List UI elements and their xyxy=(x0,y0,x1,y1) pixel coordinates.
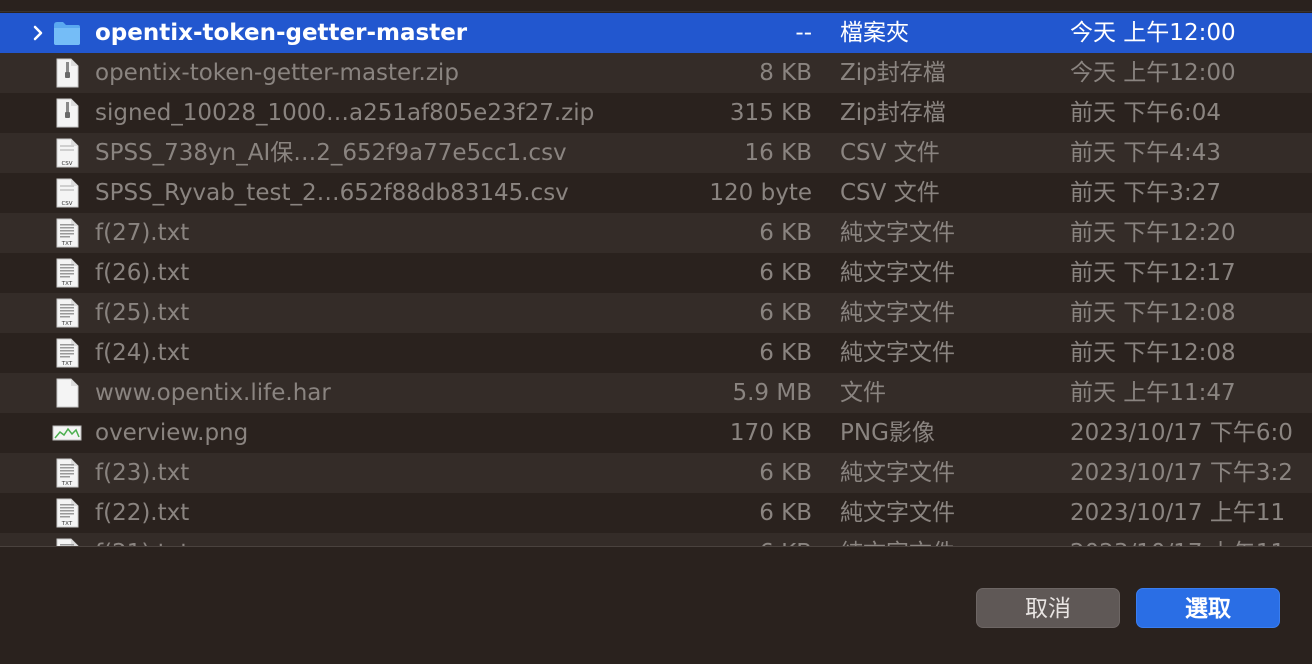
file-date: 2023/10/17 上午11 xyxy=(1070,500,1286,526)
file-date: 前天 下午12:17 xyxy=(1070,260,1236,286)
file-row[interactable]: TXT f(22).txt 6 KB 純文字文件 2023/10/17 上午11 xyxy=(0,493,1312,533)
file-date: 今天 上午12:00 xyxy=(1070,20,1236,46)
file-row[interactable]: signed_10028_1000…a251af805e23f27.zip 315… xyxy=(0,93,1312,133)
file-name: f(21).txt xyxy=(95,533,695,546)
file-name: f(27).txt xyxy=(95,220,190,246)
file-kind: 文件 xyxy=(840,380,886,406)
file-size: 170 KB xyxy=(729,420,812,446)
csv-file-icon: CSV xyxy=(52,177,82,209)
file-name: f(25).txt xyxy=(95,300,190,326)
file-row[interactable]: TXT f(25).txt 6 KB 純文字文件 前天 下午12:08 xyxy=(0,293,1312,333)
file-row[interactable]: TXT f(26).txt 6 KB 純文字文件 前天 下午12:17 xyxy=(0,253,1312,293)
file-kind: Zip封存檔 xyxy=(840,60,946,86)
file-size: 120 byte xyxy=(709,180,812,206)
file-open-dialog: opentix-token-getter-master -- 檔案夾 今天 上午12:… xyxy=(0,0,1312,664)
zip-file-icon xyxy=(52,57,82,89)
file-size: 6 KB xyxy=(759,300,812,326)
list-header-edge xyxy=(0,0,1312,12)
file-row[interactable]: TXT f(24).txt 6 KB 純文字文件 前天 下午12:08 xyxy=(0,333,1312,373)
txt-file-icon: TXT xyxy=(52,457,82,489)
file-kind: CSV 文件 xyxy=(840,180,940,206)
file-kind: 純文字文件 xyxy=(840,260,955,286)
file-kind: CSV 文件 xyxy=(840,140,940,166)
generic-file-icon xyxy=(52,377,82,409)
file-date: 前天 下午4:43 xyxy=(1070,140,1221,166)
folder-icon xyxy=(52,17,82,49)
txt-file-icon: TXT xyxy=(52,217,82,249)
file-name: opentix-token-getter-master.zip xyxy=(95,60,459,86)
svg-text:TXT: TXT xyxy=(61,281,73,287)
file-name: f(22).txt xyxy=(95,500,190,526)
file-kind: 檔案夾 xyxy=(840,20,909,46)
file-size: 315 KB xyxy=(729,100,812,126)
file-row[interactable]: CSV SPSS_Ryvab_test_2…652f88db83145.csv 12… xyxy=(0,173,1312,213)
file-kind: 純文字文件 xyxy=(840,500,955,526)
file-name: SPSS_738yn_AI保…2_652f9a77e5cc1.csv xyxy=(95,140,567,166)
file-list[interactable]: opentix-token-getter-master -- 檔案夾 今天 上午12:… xyxy=(0,13,1312,546)
cancel-button[interactable]: 取消 xyxy=(976,588,1120,628)
txt-file-icon: TXT xyxy=(52,537,82,546)
choose-button[interactable]: 選取 xyxy=(1136,588,1280,628)
zip-file-icon xyxy=(52,97,82,129)
file-name: f(26).txt xyxy=(95,260,190,286)
file-date: 前天 下午6:04 xyxy=(1070,100,1221,126)
svg-text:CSV: CSV xyxy=(61,161,72,167)
svg-text:TXT: TXT xyxy=(61,321,73,327)
file-size: 5.9 MB xyxy=(732,380,812,406)
file-row[interactable]: CSV SPSS_738yn_AI保…2_652f9a77e5cc1.csv 16 … xyxy=(0,133,1312,173)
file-row[interactable]: overview.png 170 KB PNG影像 2023/10/17 下午6:0 xyxy=(0,413,1312,453)
file-name: signed_10028_1000…a251af805e23f27.zip xyxy=(95,100,595,126)
txt-file-icon: TXT xyxy=(52,337,82,369)
csv-file-icon: CSV xyxy=(52,137,82,169)
file-date: 前天 上午11:47 xyxy=(1070,380,1236,406)
file-size: 6 KB xyxy=(759,340,812,366)
file-size: 6 KB xyxy=(759,460,812,486)
file-name: opentix-token-getter-master xyxy=(95,20,468,46)
image-file-icon xyxy=(52,417,82,449)
file-size: -- xyxy=(795,20,812,46)
file-date: 2023/10/17 上午11 xyxy=(1070,533,1312,546)
file-row[interactable]: www.opentix.life.har 5.9 MB 文件 前天 上午11:47 xyxy=(0,373,1312,413)
file-kind: Zip封存檔 xyxy=(840,100,946,126)
file-row[interactable]: TXT f(21).txt6 KB 純文字文件 2023/10/17 上午11 xyxy=(0,533,1312,546)
svg-text:TXT: TXT xyxy=(61,481,73,487)
file-size: 6 KB xyxy=(759,500,812,526)
file-kind: 純文字文件 xyxy=(840,220,955,246)
svg-text:CSV: CSV xyxy=(61,201,72,207)
file-row[interactable]: opentix-token-getter-master -- 檔案夾 今天 上午12:… xyxy=(0,13,1312,53)
file-name: www.opentix.life.har xyxy=(95,380,331,406)
file-name: SPSS_Ryvab_test_2…652f88db83145.csv xyxy=(95,180,569,206)
file-row[interactable]: opentix-token-getter-master.zip 8 KB Zip封存… xyxy=(0,53,1312,93)
file-date: 2023/10/17 下午3:2 xyxy=(1070,460,1293,486)
file-date: 前天 下午12:08 xyxy=(1070,300,1236,326)
txt-file-icon: TXT xyxy=(52,297,82,329)
file-size: 6 KB xyxy=(759,220,812,246)
txt-file-icon: TXT xyxy=(52,257,82,289)
file-kind: 純文字文件 xyxy=(840,460,955,486)
svg-text:TXT: TXT xyxy=(61,521,73,527)
svg-text:TXT: TXT xyxy=(61,361,73,367)
svg-text:TXT: TXT xyxy=(61,241,73,247)
file-name: f(23).txt xyxy=(95,460,190,486)
file-date: 今天 上午12:00 xyxy=(1070,60,1236,86)
file-name: overview.png xyxy=(95,420,249,446)
file-size: 8 KB xyxy=(759,60,812,86)
file-name: f(24).txt xyxy=(95,340,190,366)
txt-file-icon: TXT xyxy=(52,497,82,529)
file-row[interactable]: TXT f(27).txt 6 KB 純文字文件 前天 下午12:20 xyxy=(0,213,1312,253)
file-date: 前天 下午12:20 xyxy=(1070,220,1236,246)
footer-divider xyxy=(0,546,1312,547)
file-date: 前天 下午3:27 xyxy=(1070,180,1221,206)
file-kind: 純文字文件 xyxy=(840,533,955,546)
file-kind: 純文字文件 xyxy=(840,340,955,366)
file-size: 6 KB xyxy=(640,533,812,546)
file-row[interactable]: TXT f(23).txt 6 KB 純文字文件 2023/10/17 下午3:2 xyxy=(0,453,1312,493)
chevron-right-icon[interactable] xyxy=(28,21,48,45)
file-date: 2023/10/17 下午6:0 xyxy=(1070,420,1293,446)
file-kind: 純文字文件 xyxy=(840,300,955,326)
file-date: 前天 下午12:08 xyxy=(1070,340,1236,366)
file-kind: PNG影像 xyxy=(840,420,935,446)
file-size: 16 KB xyxy=(744,140,812,166)
file-size: 6 KB xyxy=(759,260,812,286)
